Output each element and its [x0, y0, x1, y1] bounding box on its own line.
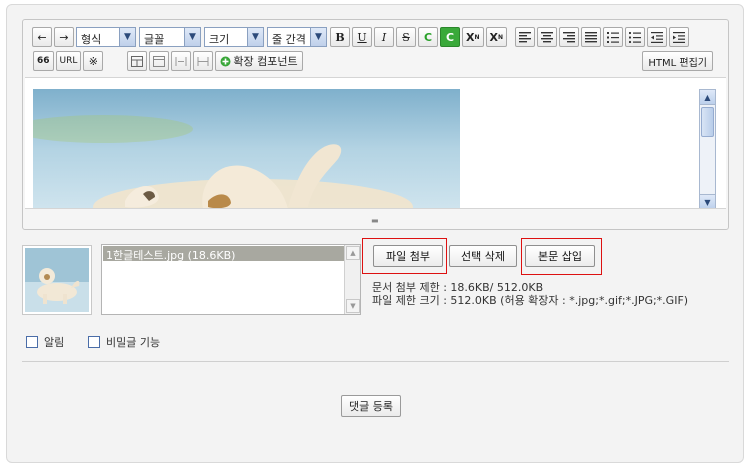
- bg-color-button[interactable]: C: [440, 27, 460, 47]
- file-size-limit: 파일 제한 크기 : 512.0KB (허용 확장자 : *.jpg;*.gif…: [372, 294, 689, 307]
- plus-circle-icon: [220, 56, 231, 66]
- scroll-up-icon[interactable]: ▲: [346, 246, 360, 260]
- reference-mark-icon: ※: [88, 54, 98, 68]
- align-right-icon: [563, 31, 576, 42]
- editor-scrollbar[interactable]: ▲ ▼: [699, 89, 716, 208]
- submit-comment-button[interactable]: 댓글 등록: [341, 395, 401, 417]
- ordered-list-icon: [607, 31, 620, 43]
- unordered-list-icon: [629, 31, 642, 43]
- toolbar-row-1: ← → 형식 ▼ 글꼴 ▼ 크기 ▼ 줄 간격 ▼ B U I S C C XN XN: [32, 27, 691, 47]
- arrow-left-icon: ←: [37, 30, 47, 44]
- unordered-list-button[interactable]: [625, 27, 646, 47]
- indent-button[interactable]: [669, 27, 690, 47]
- split-cells-button[interactable]: [193, 51, 214, 71]
- scroll-down-icon[interactable]: ▼: [346, 299, 360, 313]
- table-icon: [131, 55, 144, 67]
- indent-icon: [673, 31, 686, 43]
- size-select[interactable]: 크기 ▼: [204, 27, 264, 47]
- attach-file-button[interactable]: 파일 첨부: [373, 245, 443, 267]
- strike-button[interactable]: S: [396, 27, 416, 47]
- align-left-button[interactable]: [515, 27, 536, 47]
- table-button[interactable]: [127, 51, 148, 71]
- rich-text-editor: ← → 형식 ▼ 글꼴 ▼ 크기 ▼ 줄 간격 ▼ B U I S C C XN XN: [22, 19, 729, 230]
- extension-component-button[interactable]: 확장 컴포넌트: [215, 51, 303, 71]
- scroll-up-icon[interactable]: ▲: [700, 90, 715, 105]
- quote-button[interactable]: 66: [33, 51, 54, 71]
- align-center-button[interactable]: [537, 27, 558, 47]
- chevron-down-icon: ▼: [247, 28, 263, 46]
- chevron-down-icon: ▼: [184, 28, 200, 46]
- ordered-list-button[interactable]: [603, 27, 624, 47]
- chevron-down-icon: ▼: [119, 28, 135, 46]
- align-right-button[interactable]: [559, 27, 580, 47]
- attachment-thumbnail: [22, 245, 92, 315]
- redo-button[interactable]: →: [54, 27, 74, 47]
- align-left-icon: [519, 31, 532, 42]
- secret-checkbox[interactable]: [88, 336, 100, 348]
- notify-checkbox[interactable]: [26, 336, 38, 348]
- editor-content-area[interactable]: ▲ ▼: [25, 77, 726, 209]
- scroll-down-icon[interactable]: ▼: [700, 194, 715, 208]
- arrow-right-icon: →: [59, 30, 69, 44]
- quote-icon: 66: [37, 56, 50, 66]
- italic-button[interactable]: I: [374, 27, 394, 47]
- outdent-icon: [651, 31, 664, 43]
- scrollbar-thumb[interactable]: [701, 107, 714, 137]
- font-select[interactable]: 글꼴 ▼: [139, 27, 201, 47]
- undo-button[interactable]: ←: [32, 27, 52, 47]
- table-cell-button[interactable]: [149, 51, 170, 71]
- html-edit-button[interactable]: HTML 편집기: [642, 51, 713, 71]
- merge-cells-button[interactable]: [171, 51, 192, 71]
- format-select[interactable]: 형식 ▼: [76, 27, 136, 47]
- line-height-select[interactable]: 줄 간격 ▼: [267, 27, 327, 47]
- outdent-button[interactable]: [647, 27, 668, 47]
- align-center-icon: [541, 31, 554, 42]
- underline-button[interactable]: U: [352, 27, 372, 47]
- resize-handle-icon[interactable]: ▬: [371, 216, 379, 225]
- table-cell-icon: [153, 55, 166, 67]
- chevron-down-icon: ▼: [310, 28, 326, 46]
- align-justify-button[interactable]: [581, 27, 602, 47]
- superscript-button[interactable]: XN: [462, 27, 484, 47]
- special-char-button[interactable]: ※: [83, 51, 104, 71]
- toolbar-row-2: 66 URL ※ 확장 컴포넌트: [33, 51, 305, 71]
- merge-cells-icon: [175, 56, 187, 66]
- file-list-item[interactable]: 1한글테스트.jpg (18.6KB): [103, 246, 344, 262]
- split-cells-icon: [197, 56, 209, 66]
- puppy-thumbnail-image: [25, 248, 89, 312]
- divider: [22, 361, 729, 362]
- align-justify-icon: [585, 31, 598, 42]
- bold-button[interactable]: B: [330, 27, 350, 47]
- notify-option[interactable]: 알림: [26, 334, 64, 350]
- font-color-button[interactable]: C: [418, 27, 438, 47]
- inserted-photo: [33, 89, 460, 208]
- insert-into-body-button[interactable]: 본문 삽입: [525, 245, 595, 267]
- attachment-file-list[interactable]: 1한글테스트.jpg (18.6KB) ▲ ▼: [101, 244, 361, 315]
- subscript-button[interactable]: XN: [485, 27, 508, 47]
- file-list-scrollbar[interactable]: ▲ ▼: [344, 245, 360, 314]
- secret-option[interactable]: 비밀글 기능: [88, 334, 160, 350]
- url-button[interactable]: URL: [55, 51, 82, 71]
- puppy-photo-image: [33, 89, 460, 208]
- delete-selected-button[interactable]: 선택 삭제: [449, 245, 517, 267]
